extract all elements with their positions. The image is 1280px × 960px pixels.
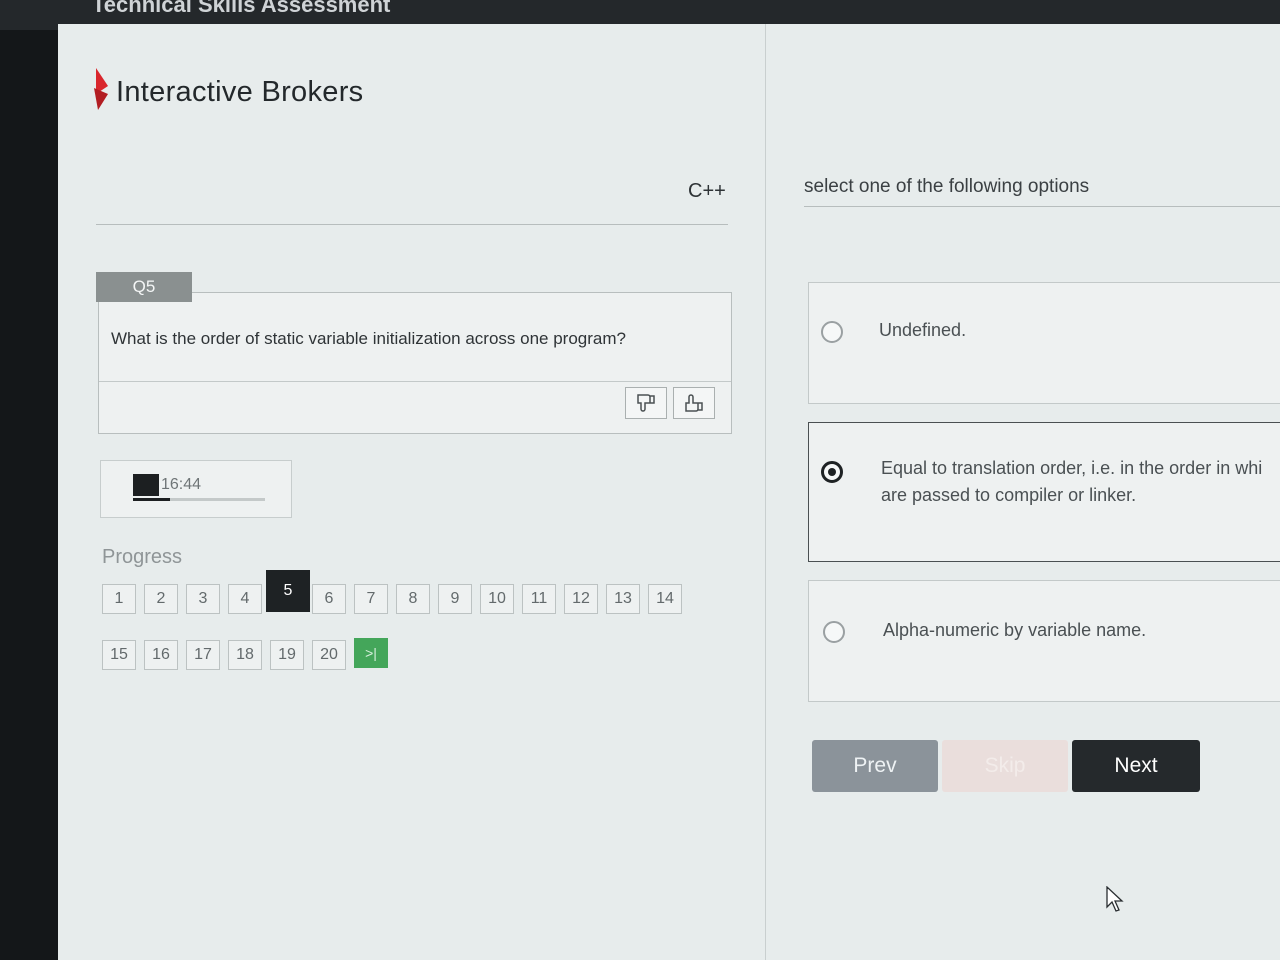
question-number-tab: Q5 — [96, 272, 192, 302]
question-nav-20[interactable]: 20 — [312, 640, 346, 670]
question-nav-17[interactable]: 17 — [186, 640, 220, 670]
timer-marker — [133, 474, 159, 496]
thumbs-up-icon — [685, 394, 703, 412]
header-rule-left — [96, 224, 728, 225]
question-nav-11[interactable]: 11 — [522, 584, 556, 614]
like-button[interactable] — [673, 387, 715, 419]
question-nav-7[interactable]: 7 — [354, 584, 388, 614]
question-nav-2[interactable]: 2 — [144, 584, 178, 614]
answer-option-2[interactable]: Equal to translation order, i.e. in the … — [808, 422, 1280, 562]
column-divider — [765, 24, 766, 960]
progress-label: Progress — [102, 546, 183, 568]
question-nav-5[interactable]: 5 — [266, 570, 310, 612]
prev-button[interactable]: Prev — [812, 740, 938, 792]
question-nav-18[interactable]: 18 — [228, 640, 262, 670]
mouse-cursor-icon — [1106, 886, 1124, 912]
question-navigator: 1 2 3 4 5 6 7 8 9 10 11 12 13 14 15 16 17 18 19 20 >| — [102, 570, 702, 676]
question-nav-8[interactable]: 8 — [396, 584, 430, 614]
answer-instruction: select one of the following options — [804, 176, 1090, 197]
question-nav-6[interactable]: 6 — [312, 584, 346, 614]
brand-mark-icon — [94, 68, 108, 110]
countdown-timer: 16:44 — [100, 460, 292, 518]
assessment-page: Interactive Brokers C++ select one of th… — [58, 24, 1280, 960]
next-button[interactable]: Next — [1072, 740, 1200, 792]
option-2-label-line1: Equal to translation order, i.e. in the … — [881, 458, 1263, 478]
question-nav-10[interactable]: 10 — [480, 584, 514, 614]
header-rule-right — [804, 206, 1280, 207]
question-nav-9[interactable]: 9 — [438, 584, 472, 614]
question-nav-19[interactable]: 19 — [270, 640, 304, 670]
question-separator — [99, 381, 731, 382]
answer-option-1[interactable]: Undefined. — [808, 282, 1280, 404]
option-1-radio[interactable] — [821, 321, 843, 343]
question-nav-last-button[interactable]: >| — [354, 638, 388, 668]
question-nav-13[interactable]: 13 — [606, 584, 640, 614]
question-language: C++ — [688, 180, 726, 202]
question-nav-1[interactable]: 1 — [102, 584, 136, 614]
brand-name: Interactive Brokers — [116, 76, 364, 108]
option-2-label-line2: are passed to compiler or linker. — [881, 485, 1137, 505]
option-2-radio[interactable] — [821, 461, 843, 483]
thumbs-down-icon — [637, 394, 655, 412]
timer-value: 16:44 — [161, 476, 202, 493]
question-text: What is the order of static variable ini… — [111, 329, 626, 348]
question-nav-16[interactable]: 16 — [144, 640, 178, 670]
question-nav-3[interactable]: 3 — [186, 584, 220, 614]
screen-bezel — [0, 30, 58, 960]
question-nav-12[interactable]: 12 — [564, 584, 598, 614]
option-3-label: Alpha-numeric by variable name. — [883, 620, 1147, 640]
answer-option-3[interactable]: Alpha-numeric by variable name. — [808, 580, 1280, 702]
question-card: What is the order of static variable ini… — [98, 292, 732, 434]
timer-progress-track — [133, 498, 265, 501]
question-nav-4[interactable]: 4 — [228, 584, 262, 614]
option-1-label: Undefined. — [879, 320, 967, 340]
option-3-radio[interactable] — [823, 621, 845, 643]
skip-button[interactable]: Skip — [942, 740, 1068, 792]
question-nav-14[interactable]: 14 — [648, 584, 682, 614]
window-title: Technical Skills Assessment — [92, 0, 391, 17]
dislike-button[interactable] — [625, 387, 667, 419]
timer-progress-fill — [133, 498, 170, 501]
question-nav-15[interactable]: 15 — [102, 640, 136, 670]
